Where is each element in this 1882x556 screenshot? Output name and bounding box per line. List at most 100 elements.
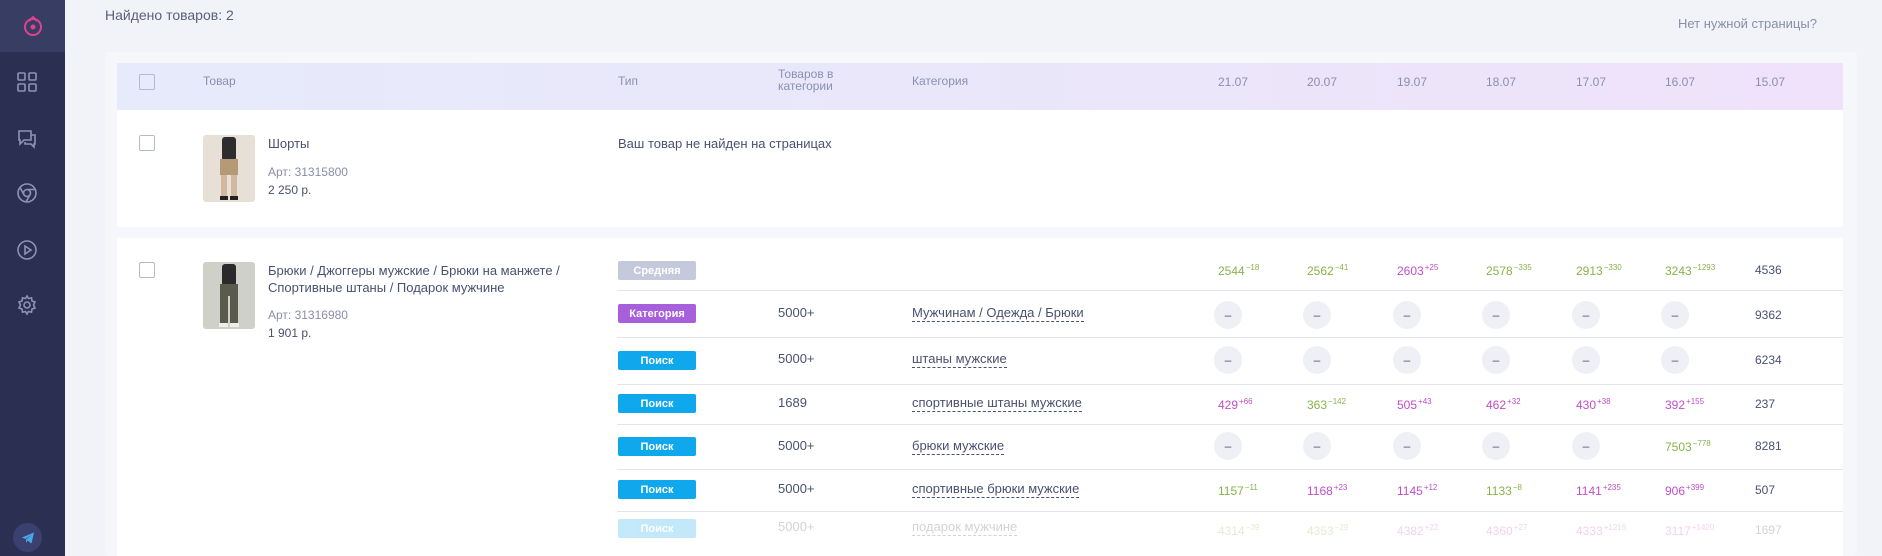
select-all-checkbox[interactable] <box>139 74 155 90</box>
position-delta: +1216 <box>1603 523 1627 532</box>
play-icon[interactable] <box>14 237 40 263</box>
type-badge-middle: Средняя <box>618 261 696 280</box>
type-badge-search: Поиск <box>618 394 696 413</box>
column-date: 18.07 <box>1486 75 1517 89</box>
position-delta: −29 <box>1334 523 1349 532</box>
row-count: 1689 <box>778 395 807 410</box>
empty-value: – <box>1393 432 1421 460</box>
position-value: 906+399 <box>1665 483 1705 498</box>
column-date: 15.07 <box>1755 75 1786 89</box>
product-thumbnail[interactable] <box>203 135 255 202</box>
search-query-link[interactable]: подарок мужчине <box>912 519 1018 536</box>
position-value: 1145+12 <box>1397 483 1438 498</box>
position-value: 2578−335 <box>1486 263 1532 278</box>
column-date: 17.07 <box>1576 75 1607 89</box>
product-name[interactable]: Шорты <box>268 135 309 152</box>
empty-value: – <box>1572 301 1600 329</box>
empty-value: – <box>1572 432 1600 460</box>
position-delta: −142 <box>1328 397 1347 406</box>
product-article: Арт: 31316980 <box>268 308 348 322</box>
column-product: Товар <box>203 74 236 88</box>
position-delta: +66 <box>1239 397 1253 406</box>
type-badge-search: Поиск <box>618 480 696 499</box>
position-delta: +1420 <box>1691 523 1715 532</box>
search-query-link[interactable]: спортивные брюки мужские <box>912 481 1080 498</box>
column-date: 20.07 <box>1307 75 1338 89</box>
empty-value: – <box>1214 432 1242 460</box>
product-checkbox[interactable] <box>139 135 155 151</box>
position-delta: +25 <box>1424 263 1439 272</box>
position-value: 2562−41 <box>1307 263 1349 278</box>
position-delta: −335 <box>1513 263 1532 272</box>
empty-value: – <box>1482 301 1510 329</box>
position-delta: +155 <box>1686 397 1705 406</box>
position-value: 2544−18 <box>1218 263 1260 278</box>
position-delta: +27 <box>1513 523 1528 532</box>
column-date: 19.07 <box>1397 75 1428 89</box>
settings-icon[interactable] <box>14 292 40 318</box>
found-count-label: Найдено товаров: 2 <box>105 7 234 23</box>
position-value: 4333+1216 <box>1576 523 1627 538</box>
row-divider <box>617 424 1843 425</box>
no-page-link[interactable]: Нет нужной страницы? <box>1678 16 1817 31</box>
position-delta: −778 <box>1692 439 1711 448</box>
position-value: 505+43 <box>1397 397 1432 412</box>
position-delta: −18 <box>1245 263 1260 272</box>
type-badge-search: Поиск <box>618 437 696 456</box>
position-delta: +22 <box>1424 523 1439 532</box>
dashboard-icon[interactable] <box>14 69 40 95</box>
sidebar <box>0 0 65 556</box>
type-badge-category: Категория <box>618 304 696 323</box>
product-checkbox[interactable] <box>139 262 155 278</box>
position-value: 1133−8 <box>1486 483 1522 498</box>
position-delta: +32 <box>1507 397 1521 406</box>
row-count: 5000+ <box>778 519 815 534</box>
empty-value: – <box>1214 301 1242 329</box>
search-query-link[interactable]: брюки мужские <box>912 438 1005 455</box>
product-thumbnail[interactable] <box>203 262 255 329</box>
row-count: 5000+ <box>778 351 815 366</box>
chrome-icon[interactable] <box>14 180 40 206</box>
position-value: 2603+25 <box>1397 263 1439 278</box>
search-query-link[interactable]: штаны мужские <box>912 351 1007 368</box>
position-delta: +235 <box>1602 483 1621 492</box>
logo-icon[interactable] <box>0 0 65 52</box>
empty-value: – <box>1303 432 1331 460</box>
position-delta: +399 <box>1686 483 1705 492</box>
position-delta: −1293 <box>1692 263 1716 272</box>
position-value: 7503−778 <box>1665 439 1711 454</box>
category-link[interactable]: Мужчинам / Одежда / Брюки <box>912 305 1084 322</box>
empty-value: – <box>1572 346 1600 374</box>
row-count: 5000+ <box>778 481 815 496</box>
search-query-link[interactable]: спортивные штаны мужские <box>912 395 1082 412</box>
empty-value: – <box>1303 346 1331 374</box>
column-count: Товаров в категории <box>778 67 834 93</box>
position-value: 4382+22 <box>1397 523 1439 538</box>
product-panel <box>117 110 1843 227</box>
empty-value: – <box>1661 301 1689 329</box>
position-value: 4314−39 <box>1218 523 1260 538</box>
column-category: Категория <box>912 74 969 88</box>
position-delta: −39 <box>1245 523 1260 532</box>
chat-icon[interactable] <box>14 125 40 151</box>
position-value: 392+155 <box>1665 397 1705 412</box>
position-value: 6234 <box>1755 353 1782 367</box>
position-delta: +38 <box>1597 397 1611 406</box>
row-divider <box>617 290 1843 291</box>
empty-value: – <box>1393 301 1421 329</box>
empty-value: – <box>1661 346 1689 374</box>
position-value: 2913−330 <box>1576 263 1622 278</box>
position-value: 1697 <box>1755 523 1782 537</box>
product-name[interactable]: Брюки / Джоггеры мужские / Брюки на манж… <box>268 262 598 296</box>
position-delta: −330 <box>1603 263 1622 272</box>
not-found-message: Ваш товар не найден на страницах <box>618 136 832 151</box>
position-value: 429+66 <box>1218 397 1253 412</box>
row-count: 5000+ <box>778 438 815 453</box>
position-value: 3243−1293 <box>1665 263 1716 278</box>
position-delta: +43 <box>1418 397 1432 406</box>
position-value: 8281 <box>1755 439 1782 453</box>
position-delta: +12 <box>1423 483 1438 492</box>
position-value: 4360+27 <box>1486 523 1528 538</box>
position-value: 237 <box>1755 397 1776 411</box>
telegram-icon[interactable] <box>13 523 42 552</box>
